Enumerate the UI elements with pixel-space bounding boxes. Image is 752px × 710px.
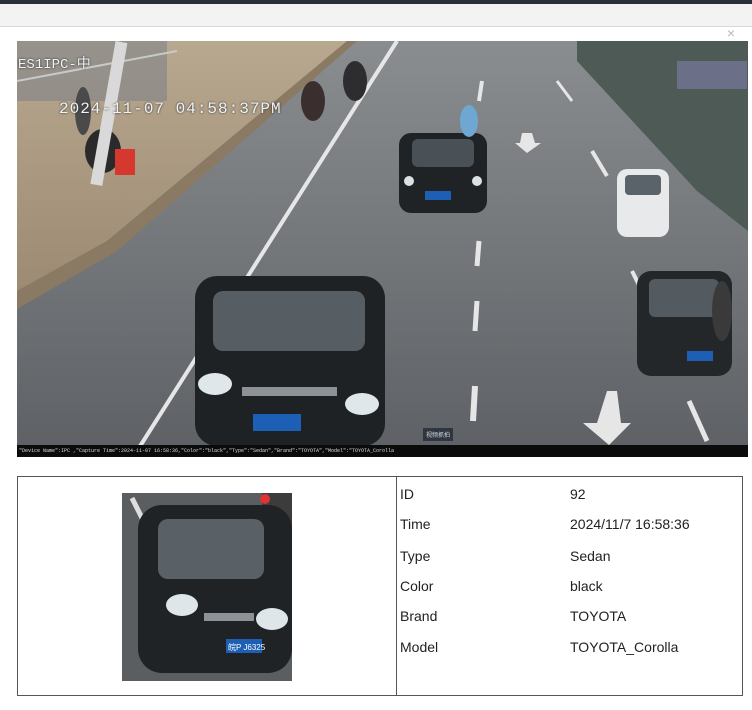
camera-label: ES1IPC-中 bbox=[18, 57, 91, 73]
detail-label-color: Color bbox=[400, 578, 434, 594]
roadside-sign bbox=[677, 61, 747, 89]
watermark: 视频抓拍 bbox=[423, 428, 454, 441]
car-front bbox=[195, 276, 385, 446]
detail-value-time: 2024/11/7 16:58:36 bbox=[570, 516, 690, 532]
detail-value-id: 92 bbox=[570, 486, 586, 502]
overlay-timestamp: 2024-11-07 04:58:37PM bbox=[59, 100, 282, 118]
car-white bbox=[617, 169, 669, 237]
toolbar bbox=[0, 4, 752, 27]
vehicle-details-table: 皖P J6325 ID 92 Time 2024/11/7 16:58:36 Type S… bbox=[17, 476, 743, 696]
lane-dash bbox=[474, 240, 482, 267]
capture-caption: "Device Name":IPC ,"Capture Time":2024-1… bbox=[17, 445, 748, 457]
detail-value-brand: TOYOTA bbox=[570, 608, 627, 624]
detail-label-time: Time bbox=[400, 516, 431, 532]
detail-label-id: ID bbox=[400, 486, 414, 502]
crop-plate: 皖P J6325 bbox=[228, 642, 266, 652]
vehicle-crop-image: 皖P J6325 bbox=[122, 493, 292, 681]
detail-label-type: Type bbox=[400, 548, 431, 564]
detail-value-color: black bbox=[570, 578, 603, 594]
lane-dash bbox=[472, 300, 480, 332]
close-icon[interactable]: × bbox=[724, 26, 738, 40]
vehicle-crop-drawing: 皖P J6325 bbox=[122, 493, 292, 681]
detail-label-model: Model bbox=[400, 639, 439, 655]
detail-value-type: Sedan bbox=[570, 548, 611, 564]
lane-dash bbox=[470, 385, 478, 422]
detail-value-model: TOYOTA_Corolla bbox=[570, 639, 679, 655]
detail-label-brand: Brand bbox=[400, 608, 438, 624]
car-middle bbox=[399, 133, 487, 213]
vehicle-crop-cell: 皖P J6325 bbox=[18, 477, 397, 695]
capture-image: ES1IPC-中 2024-11-07 04:58:37PM 视频抓拍 "Dev… bbox=[17, 41, 748, 457]
